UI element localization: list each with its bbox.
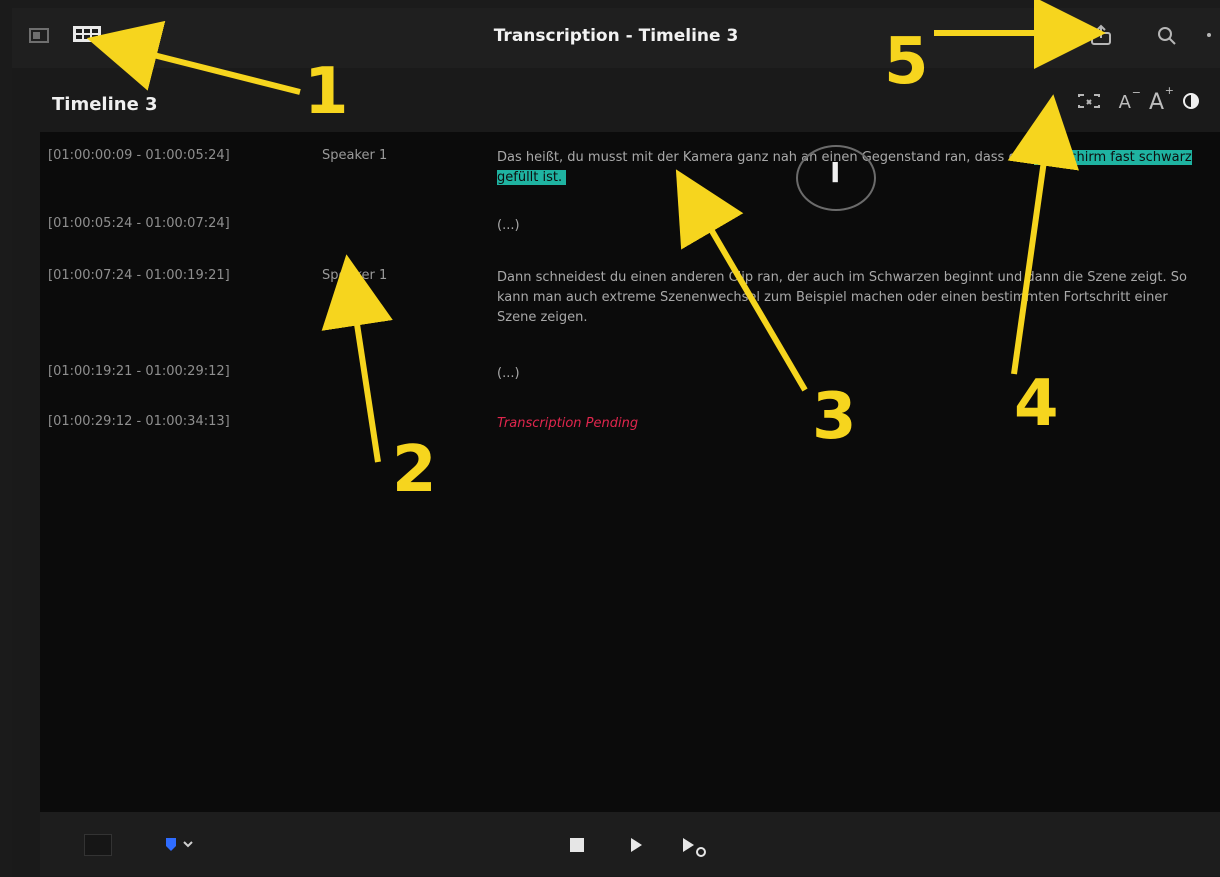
marker-flag-icon[interactable] (162, 836, 202, 858)
annotation-label-1: 1 (304, 55, 349, 129)
window-title: Transcription - Timeline 3 (493, 26, 739, 46)
speaker-name[interactable]: Speaker 1 (322, 268, 387, 283)
playback-bar (40, 812, 1220, 876)
font-decrease-label: A (1118, 92, 1131, 113)
transcript-text[interactable]: Dann schneidest du einen anderen Clip ra… (497, 268, 1207, 328)
play-icon[interactable] (627, 836, 645, 858)
timeline-title: Timeline 3 (52, 94, 158, 115)
play-loop-icon[interactable] (679, 836, 711, 862)
timeline-header: Timeline 3 A − A + (12, 68, 1220, 132)
more-icon[interactable] (1204, 24, 1220, 46)
time-range: [01:00:00:09 - 01:00:05:24] (48, 148, 230, 163)
annotation-label-3: 3 (812, 380, 857, 454)
share-export-icon[interactable] (1088, 24, 1114, 46)
time-range: [01:00:19:21 - 01:00:29:12] (48, 364, 230, 379)
font-increase-icon[interactable]: A + (1148, 84, 1174, 115)
transcript-text[interactable]: (...) (497, 216, 1207, 236)
speaker-name[interactable]: Speaker 1 (322, 148, 387, 163)
annotation-label-4: 4 (1014, 367, 1059, 441)
annotation-label-5: 5 (884, 25, 929, 99)
time-range: [01:00:05:24 - 01:00:07:24] (48, 216, 230, 231)
panel-icon[interactable] (84, 834, 112, 856)
transcript-panel: [01:00:00:09 - 01:00:05:24] Speaker 1 Da… (40, 132, 1220, 812)
title-bar: Transcription - Timeline 3 (12, 8, 1220, 68)
font-increase-sup: + (1164, 84, 1174, 97)
header-tools: A − A + (1077, 84, 1200, 115)
timecode-toggle-icon[interactable] (1077, 91, 1101, 115)
font-decrease-icon[interactable]: A − (1118, 86, 1141, 113)
font-decrease-sup: − (1131, 86, 1141, 99)
font-increase-label: A (1148, 90, 1164, 115)
time-range: [01:00:07:24 - 01:00:19:21] (48, 268, 230, 283)
stop-icon[interactable] (568, 836, 586, 858)
transcription-window: Transcription - Timeline 3 Timeline 3 A … (12, 8, 1220, 877)
annotation-label-2: 2 (392, 433, 437, 507)
contrast-icon[interactable] (1182, 92, 1200, 114)
search-icon[interactable] (1154, 24, 1180, 46)
text-cursor-icon: I (830, 156, 841, 189)
time-range: [01:00:29:12 - 01:00:34:13] (48, 414, 230, 429)
text-before: Das heißt, du musst mit der Kamera ganz … (497, 150, 1035, 165)
